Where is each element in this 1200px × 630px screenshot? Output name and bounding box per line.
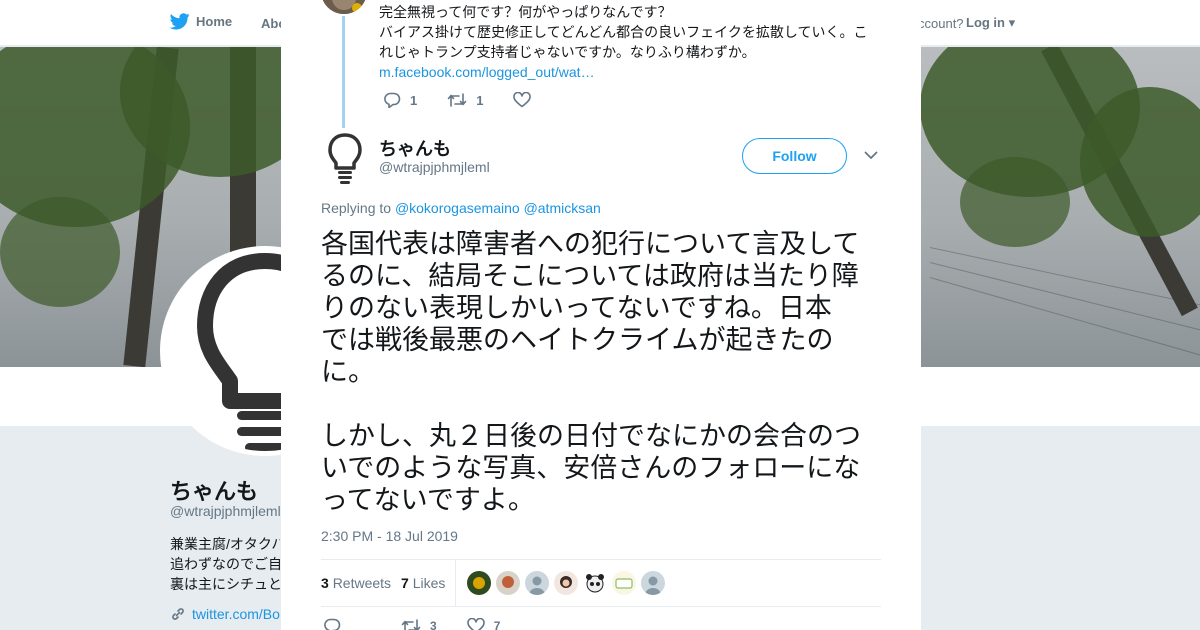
nav-home-label: Home	[196, 14, 233, 29]
parent-retweet-count: 1	[476, 92, 484, 108]
avatar-photo-icon	[554, 571, 578, 595]
tweet-author-name[interactable]: ちゃんも	[379, 135, 451, 161]
heart-icon	[513, 92, 532, 108]
liker-avatar[interactable]	[612, 571, 636, 595]
account-prompt: ccount?	[918, 16, 964, 31]
parent-tweet-line: れじゃトランプ支持者じゃないですか。なりふり構わずか。	[379, 44, 756, 60]
retweet-icon	[447, 93, 467, 107]
chevron-down-icon	[864, 151, 878, 159]
replying-to-mention[interactable]: @kokorogasemaino	[395, 200, 520, 216]
lightbulb-icon	[328, 133, 362, 184]
liker-avatars	[467, 571, 670, 595]
avatar-photo-icon	[467, 571, 491, 595]
avatar-photo-icon	[496, 571, 520, 595]
tweet-author-handle[interactable]: @wtrajpjphmjleml	[379, 159, 490, 175]
tweet-stats: 3 Retweets 7 Likes	[321, 559, 881, 607]
conversation-thread-line	[342, 16, 345, 128]
like-count: 7	[493, 619, 501, 630]
likes-stat[interactable]: 7 Likes	[401, 575, 445, 591]
parent-tweet-avatar[interactable]	[321, 0, 367, 14]
profile-bio: 兼業主腐/オタクハ 追わずなのでご自 裏は主にシチュと	[170, 534, 280, 594]
parent-like-button[interactable]	[513, 92, 532, 108]
tweet-actions: 3 7	[323, 618, 530, 630]
tweet-permalink-modal: 完全無視って何です？何がやっぱりなんです？ バイアス掛けて歴史修正してどんどん都…	[281, 0, 921, 630]
tweet-timestamp[interactable]: 2:30 PM - 18 Jul 2019	[321, 528, 458, 544]
retweets-stat[interactable]: 3 Retweets	[321, 575, 391, 591]
tweet-text-line: ってないですよ。	[321, 485, 535, 515]
likes-label: Likes	[412, 575, 446, 591]
twitter-bird-icon	[170, 13, 190, 30]
parent-retweet-button[interactable]: 1	[447, 92, 483, 108]
replying-to-line: Replying to @kokorogasemaino @atmicksan	[321, 200, 601, 216]
retweet-button[interactable]: 3	[401, 618, 437, 630]
parent-reply-count: 1	[410, 92, 418, 108]
retweet-count: 3	[430, 619, 437, 630]
close-modal-button[interactable]	[1150, 8, 1182, 40]
retweets-count: 3	[321, 575, 329, 591]
tweet-text-line: に。	[321, 357, 375, 387]
heart-icon	[466, 618, 485, 630]
login-link[interactable]: Log in ▾	[966, 15, 1015, 31]
profile-name: ちゃんも	[170, 479, 259, 504]
login-label: Log in	[966, 15, 1005, 30]
tweet-text-line: しかし、丸２日後の日付でなにかの会合のつ	[321, 421, 861, 451]
reply-icon	[384, 92, 401, 108]
replying-to-mention[interactable]: @atmicksan	[524, 200, 601, 216]
tweet-author-avatar[interactable]	[321, 132, 369, 184]
retweets-label: Retweets	[332, 575, 392, 591]
profile-bio-line: 兼業主腐/オタクハ	[170, 536, 280, 552]
stats-divider	[455, 560, 456, 607]
replying-to-prefix: Replying to	[321, 200, 392, 216]
like-button[interactable]: 7	[466, 618, 501, 630]
default-avatar-icon	[641, 571, 665, 595]
retweet-icon	[401, 619, 421, 630]
parent-tweet-link[interactable]: m.facebook.com/logged_out/wat…	[379, 62, 879, 82]
link-icon	[172, 608, 184, 620]
profile-bio-line: 裏は主にシチュと	[170, 576, 280, 592]
profile-bio-line: 追わずなのでご自	[170, 556, 280, 572]
close-icon	[1156, 14, 1176, 34]
parent-tweet-line: バイアス掛けて歴史修正してどんどん都合の良いフェイクを拡散していく。こ	[379, 24, 868, 40]
avatar-illustration-icon	[612, 571, 636, 595]
liker-avatar[interactable]	[525, 571, 549, 595]
panda-avatar-icon	[583, 571, 607, 595]
tweet-text-line: では戦後最悪のヘイトクライムが起きたの	[321, 325, 834, 355]
profile-handle: @wtrajpjphmjleml	[170, 503, 281, 519]
tweet-text-line: りのない表現しかいってないですね。日本	[321, 293, 832, 323]
tweet-text-line: いでのような写真、安倍さんのフォローにな	[321, 453, 861, 483]
likes-count: 7	[401, 575, 409, 591]
liker-avatar[interactable]	[467, 571, 491, 595]
parent-tweet-line: 完全無視って何です？何がやっぱりなんです？	[379, 4, 672, 20]
default-avatar-icon	[525, 571, 549, 595]
avatar-photo-icon	[321, 0, 367, 14]
reply-icon	[324, 618, 341, 630]
follow-button[interactable]: Follow	[742, 138, 847, 174]
parent-reply-button[interactable]: 1	[383, 92, 417, 108]
profile-website-link[interactable]: twitter.com/Bo	[170, 606, 280, 622]
tweet-text: 各国代表は障害者への犯行について言及して るのに、結局そこについては政府は当たり…	[321, 228, 891, 516]
parent-tweet-text: 完全無視って何です？何がやっぱりなんです？ バイアス掛けて歴史修正してどんどん都…	[379, 2, 879, 82]
liker-avatar[interactable]	[554, 571, 578, 595]
liker-avatar[interactable]	[583, 571, 607, 595]
parent-tweet-actions: 1 1	[383, 92, 561, 108]
tweet-text-line: るのに、結局そこについては政府は当たり障	[321, 261, 859, 291]
liker-avatar[interactable]	[496, 571, 520, 595]
nav-home-link[interactable]: Home	[170, 13, 232, 30]
tweet-text-line: 各国代表は障害者への犯行について言及して	[321, 229, 860, 259]
tweet-more-menu-button[interactable]	[863, 147, 879, 163]
reply-button[interactable]	[323, 618, 341, 630]
profile-website-label: twitter.com/Bo	[192, 606, 280, 622]
liker-avatar[interactable]	[641, 571, 665, 595]
